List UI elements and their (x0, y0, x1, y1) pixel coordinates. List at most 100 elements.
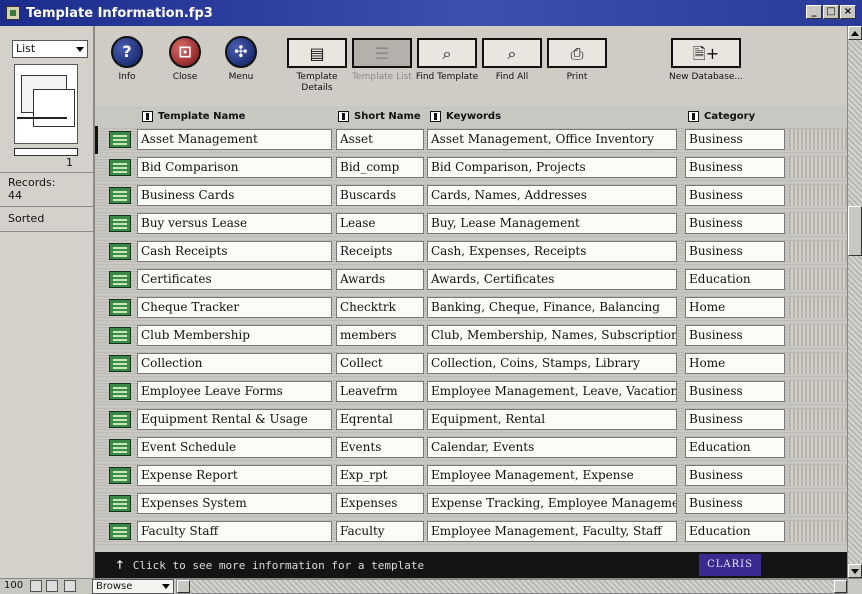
keywords-cell[interactable]: Club, Membership, Names, Subscription (427, 325, 677, 346)
template-name-cell[interactable]: Certificates (137, 269, 332, 290)
template-icon[interactable] (109, 327, 131, 344)
table-row[interactable]: Buy versus Lease Lease Buy, Lease Manageme… (95, 210, 847, 237)
keywords-cell[interactable]: Asset Management, Office Inventory (427, 129, 677, 150)
template-icon[interactable] (109, 159, 131, 176)
keywords-cell[interactable]: Calendar, Events (427, 437, 677, 458)
template-name-cell[interactable]: Asset Management (137, 129, 332, 150)
table-row[interactable]: Event Schedule Events Calendar, Events Educ… (95, 434, 847, 461)
table-row[interactable]: Certificates Awards Awards, Certificates Ed… (95, 266, 847, 293)
scroll-right-button[interactable] (834, 580, 847, 593)
horizontal-scrollbar[interactable] (176, 579, 848, 594)
template-icon[interactable] (109, 411, 131, 428)
template-name-cell[interactable]: Equipment Rental & Usage (137, 409, 332, 430)
template-icon[interactable] (109, 271, 131, 288)
find-all-button[interactable]: ⌕ Find All (480, 38, 544, 83)
keywords-cell[interactable]: Expense Tracking, Employee Management (427, 493, 677, 514)
category-cell[interactable]: Education (685, 269, 785, 290)
table-row[interactable]: Expenses System Expenses Expense Tracking,… (95, 490, 847, 517)
keywords-cell[interactable]: Cards, Names, Addresses (427, 185, 677, 206)
category-cell[interactable]: Business (685, 241, 785, 262)
template-icon[interactable] (109, 523, 131, 540)
short-name-cell[interactable]: Awards (336, 269, 424, 290)
template-name-cell[interactable]: Buy versus Lease (137, 213, 332, 234)
template-name-cell[interactable]: Employee Leave Forms (137, 381, 332, 402)
template-name-cell[interactable]: Expenses System (137, 493, 332, 514)
keywords-cell[interactable]: Employee Management, Leave, Vacation (427, 381, 677, 402)
column-header-name[interactable]: Template Name (142, 106, 245, 126)
minimize-button[interactable]: _ (806, 5, 822, 19)
short-name-cell[interactable]: Events (336, 437, 424, 458)
menu-button[interactable]: ✣ Menu (221, 36, 261, 83)
table-row[interactable]: Collection Collect Collection, Coins, Stam… (95, 350, 847, 377)
category-cell[interactable]: Business (685, 157, 785, 178)
keywords-cell[interactable]: Employee Management, Faculty, Staff (427, 521, 677, 542)
template-icon[interactable] (109, 243, 131, 260)
print-button[interactable]: ⎙ Print (545, 38, 609, 83)
template-icon[interactable] (109, 215, 131, 232)
status-toggle-button[interactable] (64, 580, 76, 592)
scroll-up-button[interactable] (848, 26, 862, 40)
zoom-out-button[interactable] (30, 580, 42, 592)
short-name-cell[interactable]: Collect (336, 353, 424, 374)
keywords-cell[interactable]: Collection, Coins, Stamps, Library (427, 353, 677, 374)
template-icon[interactable] (109, 439, 131, 456)
category-cell[interactable]: Business (685, 409, 785, 430)
record-book-icon[interactable] (14, 64, 78, 144)
category-cell[interactable]: Home (685, 353, 785, 374)
new-database-button[interactable]: 🗎+ New Database... (667, 38, 745, 83)
table-row[interactable]: Equipment Rental & Usage Eqrental Equipmen… (95, 406, 847, 433)
short-name-cell[interactable]: Expenses (336, 493, 424, 514)
layout-select[interactable]: List (12, 40, 88, 58)
category-cell[interactable]: Home (685, 297, 785, 318)
short-name-cell[interactable]: Bid_comp (336, 157, 424, 178)
table-row[interactable]: Employee Leave Forms Leavefrm Employee Man… (95, 378, 847, 405)
vertical-scrollbar[interactable] (847, 26, 862, 578)
scroll-thumb[interactable] (848, 206, 862, 256)
category-cell[interactable]: Business (685, 213, 785, 234)
close-button[interactable]: ⊡ Close (165, 36, 205, 83)
category-cell[interactable]: Business (685, 465, 785, 486)
category-cell[interactable]: Business (685, 325, 785, 346)
record-slider[interactable] (14, 148, 78, 156)
category-cell[interactable]: Education (685, 437, 785, 458)
category-cell[interactable]: Business (685, 185, 785, 206)
table-row[interactable]: Cheque Tracker Checktrk Banking, Cheque, F… (95, 294, 847, 321)
find-template-button[interactable]: ⌕ Find Template (415, 38, 479, 83)
table-row[interactable]: Faculty Staff Faculty Employee Management,… (95, 518, 847, 545)
short-name-cell[interactable]: Checktrk (336, 297, 424, 318)
info-strip[interactable]: 🡑 Click to see more information for a te… (95, 552, 847, 578)
template-icon[interactable] (109, 131, 131, 148)
zoom-in-button[interactable] (46, 580, 58, 592)
short-name-cell[interactable]: Eqrental (336, 409, 424, 430)
template-icon[interactable] (109, 355, 131, 372)
template-icon[interactable] (109, 383, 131, 400)
keywords-cell[interactable]: Banking, Cheque, Finance, Balancing (427, 297, 677, 318)
template-name-cell[interactable]: Business Cards (137, 185, 332, 206)
short-name-cell[interactable]: Faculty (336, 521, 424, 542)
template-icon[interactable] (109, 467, 131, 484)
mode-select[interactable]: Browse (92, 579, 174, 594)
table-row[interactable]: Expense Report Exp_rpt Employee Management… (95, 462, 847, 489)
table-row[interactable]: Business Cards Buscards Cards, Names, Addr… (95, 182, 847, 209)
short-name-cell[interactable]: members (336, 325, 424, 346)
template-details-button[interactable]: ▤ Template Details (285, 38, 349, 94)
short-name-cell[interactable]: Lease (336, 213, 424, 234)
template-name-cell[interactable]: Collection (137, 353, 332, 374)
keywords-cell[interactable]: Bid Comparison, Projects (427, 157, 677, 178)
template-name-cell[interactable]: Bid Comparison (137, 157, 332, 178)
template-name-cell[interactable]: Expense Report (137, 465, 332, 486)
short-name-cell[interactable]: Exp_rpt (336, 465, 424, 486)
scroll-down-button[interactable] (848, 564, 862, 578)
keywords-cell[interactable]: Buy, Lease Management (427, 213, 677, 234)
column-header-keywords[interactable]: Keywords (430, 106, 501, 126)
template-icon[interactable] (109, 495, 131, 512)
template-name-cell[interactable]: Cheque Tracker (137, 297, 332, 318)
info-button[interactable]: ? Info (107, 36, 147, 83)
maximize-button[interactable]: □ (823, 5, 839, 19)
table-row[interactable]: Bid Comparison Bid_comp Bid Comparison, Pr… (95, 154, 847, 181)
category-cell[interactable]: Business (685, 493, 785, 514)
template-name-cell[interactable]: Cash Receipts (137, 241, 332, 262)
keywords-cell[interactable]: Equipment, Rental (427, 409, 677, 430)
table-row[interactable]: Club Membership members Club, Membership, … (95, 322, 847, 349)
short-name-cell[interactable]: Buscards (336, 185, 424, 206)
